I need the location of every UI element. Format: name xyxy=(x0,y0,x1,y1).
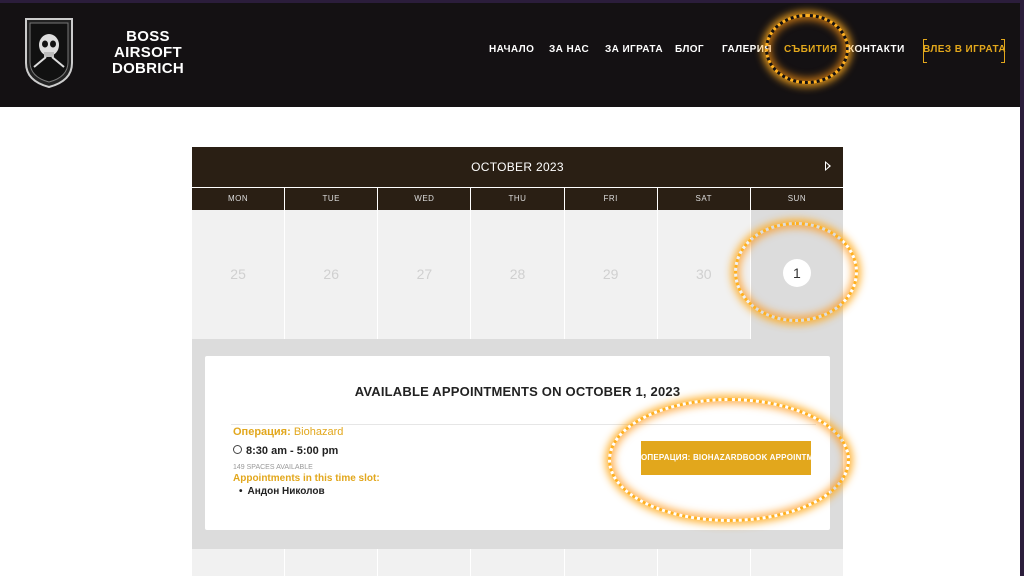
calendar-header: OCTOBER 2023 xyxy=(192,147,843,187)
brand-name[interactable]: BOSS AIRSOFT DOBRICH xyxy=(84,29,212,77)
appointments-title: AVAILABLE APPOINTMENTS ON OCTOBER 1, 202… xyxy=(354,384,681,399)
day-cell-29: 29 xyxy=(564,210,658,339)
nav-gallery[interactable]: ГАЛЕРИЯ xyxy=(722,44,772,60)
nav-blog[interactable]: БЛОГ xyxy=(675,44,704,60)
weekday-sat: SAT xyxy=(658,188,751,210)
operation-name: Biohazard xyxy=(293,426,344,438)
day-cell-26: 26 xyxy=(285,210,379,339)
nav-about-game[interactable]: ЗА ИГРАТА xyxy=(605,44,663,60)
nav-about[interactable]: ЗА НАС xyxy=(549,44,589,60)
weekday-mon: MON xyxy=(192,188,286,210)
weekday-wed: WED xyxy=(378,188,472,210)
slot-appointments-label: Appointments in this time slot: xyxy=(233,473,380,484)
operation-line: Операция: Biohazard xyxy=(233,426,343,438)
next-month-arrow-icon[interactable] xyxy=(825,161,831,171)
site-header: BOSS AIRSOFT DOBRICH НАЧАЛО ЗА НАС ЗА ИГ… xyxy=(0,3,1020,107)
appointments-panel: AVAILABLE APPOINTMENTS ON OCTOBER 1, 202… xyxy=(192,339,843,549)
time-range: 8:30 am - 5:00 pm xyxy=(246,445,339,457)
day-cell-30: 30 xyxy=(657,210,751,339)
divider xyxy=(231,424,816,425)
brand-line-2: AIRSOFT DOBRICH xyxy=(111,44,185,77)
calendar-next-week-row xyxy=(192,549,843,576)
day-cell-next xyxy=(378,549,472,576)
calendar-week-row: 25 26 27 28 29 30 1 xyxy=(192,210,843,339)
day-cell-next xyxy=(471,549,565,576)
calendar-month-title: OCTOBER 2023 xyxy=(471,160,564,174)
nav-contacts[interactable]: КОНТАКТИ xyxy=(848,44,905,60)
brand-line-1: BOSS xyxy=(126,28,170,45)
weekday-fri: FRI xyxy=(565,188,658,210)
appointments-card: AVAILABLE APPOINTMENTS ON OCTOBER 1, 202… xyxy=(205,356,830,530)
day-cell-27: 27 xyxy=(378,210,472,339)
book-appointment-button[interactable]: ОПЕРАЦИЯ: BIOHAZARDBOOK APPOINTMENT xyxy=(641,441,830,475)
day-cell-next xyxy=(192,549,286,576)
clock-icon xyxy=(233,445,242,454)
weekday-tue: TUE xyxy=(285,188,379,210)
day-cell-28: 28 xyxy=(471,210,565,339)
nav-home[interactable]: НАЧАЛО xyxy=(489,44,534,60)
attendee-name: Андон Николов xyxy=(239,486,325,497)
calendar: OCTOBER 2023 MON TUE WED THU FRI SAT SUN… xyxy=(192,147,843,339)
window-frame-right xyxy=(1020,0,1024,576)
day-cell-next xyxy=(285,549,379,576)
spaces-available: 149 SPACES AVAILABLE xyxy=(233,464,313,471)
selected-day[interactable]: 1 xyxy=(782,259,811,287)
day-cell-25: 25 xyxy=(192,210,286,339)
weekday-header-row: MON TUE WED THU FRI SAT SUN xyxy=(192,187,843,210)
time-slot: 8:30 am - 5:00 pm xyxy=(233,445,338,457)
day-cell-1[interactable]: 1 xyxy=(750,210,843,339)
logo-icon[interactable] xyxy=(22,15,76,89)
weekday-sun: SUN xyxy=(787,194,807,203)
day-cell-next xyxy=(564,549,658,576)
day-cell-next xyxy=(750,549,843,576)
weekday-thu: THU xyxy=(471,188,565,210)
nav-events[interactable]: СЪБИТИЯ xyxy=(784,44,837,60)
login-button[interactable]: ВЛЕЗ В ИГРАТА xyxy=(923,39,1006,63)
operation-prefix: Операция: xyxy=(233,426,291,438)
day-cell-next xyxy=(657,549,751,576)
